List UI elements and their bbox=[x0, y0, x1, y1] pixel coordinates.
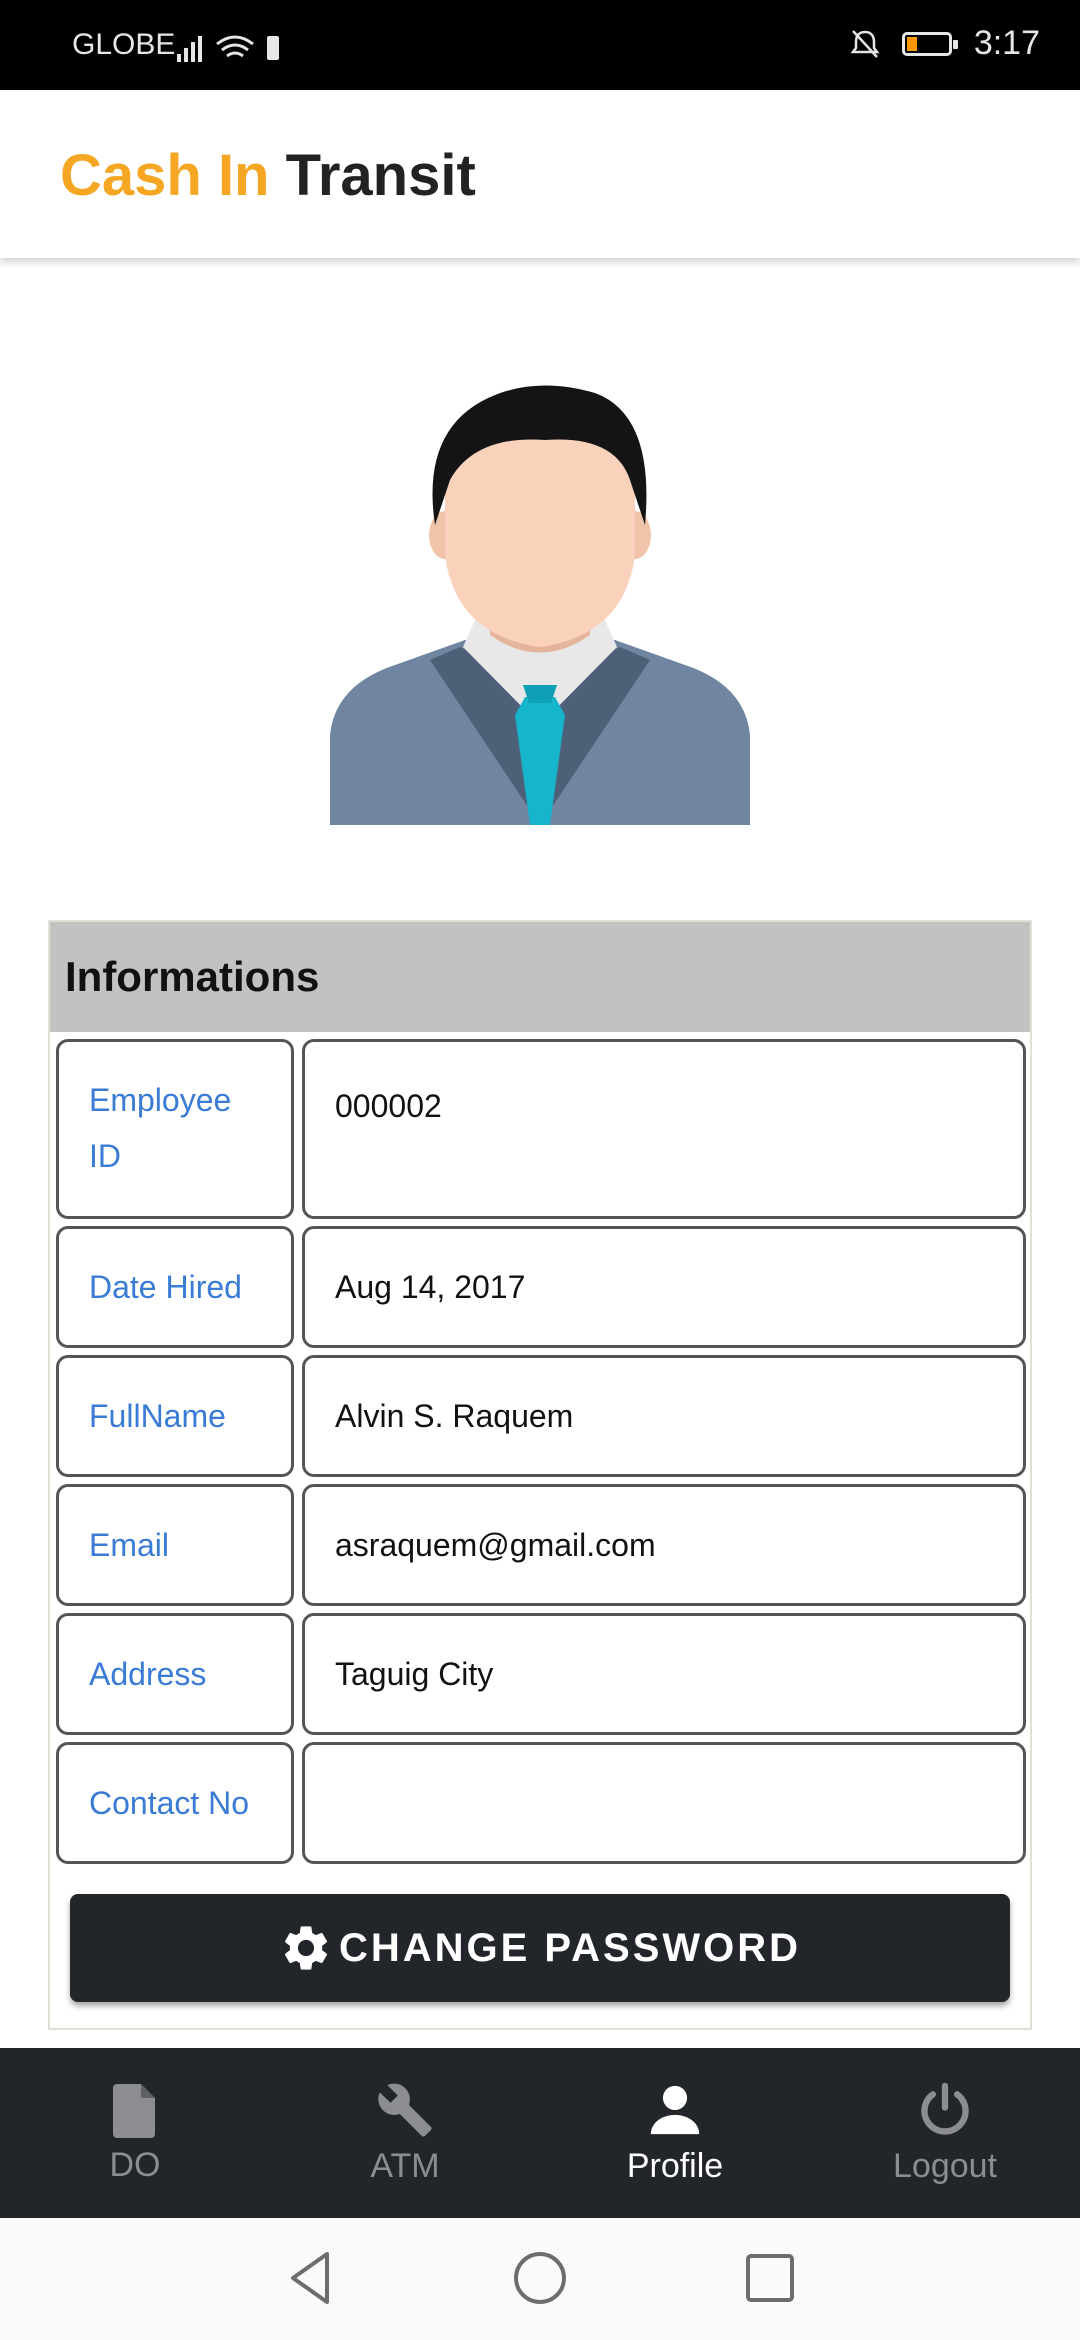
clock: 3:17 bbox=[973, 24, 1040, 62]
nav-label: DO bbox=[109, 2145, 161, 2184]
nav-item-profile[interactable]: Profile bbox=[540, 2048, 810, 2218]
info-card: Informations Employee ID 000002 Date Hir… bbox=[48, 920, 1032, 2030]
row-email: Email asraquem@gmail.com bbox=[56, 1484, 1026, 1606]
home-icon[interactable] bbox=[510, 2248, 570, 2308]
system-nav-bar bbox=[0, 2218, 1080, 2340]
status-bar: GLOBE 3:17 bbox=[0, 0, 1080, 90]
avatar bbox=[330, 385, 750, 825]
bottom-nav: DO ATM Profile Logout bbox=[0, 2048, 1080, 2218]
back-icon[interactable] bbox=[285, 2248, 335, 2308]
power-icon bbox=[921, 2082, 969, 2135]
row-label: Contact No bbox=[56, 1742, 294, 1864]
row-label: FullName bbox=[56, 1355, 294, 1477]
mute-bell-icon bbox=[850, 29, 880, 58]
card-header: Informations bbox=[50, 922, 1030, 1032]
person-icon bbox=[650, 2085, 700, 2134]
battery-icon bbox=[901, 31, 958, 56]
app-title: Cash In Transit bbox=[60, 142, 476, 209]
gear-icon bbox=[284, 1926, 327, 1970]
row-value: Aug 14, 2017 bbox=[302, 1226, 1026, 1348]
change-password-button[interactable]: CHANGE PASSWORD bbox=[70, 1894, 1010, 2002]
row-date-hired: Date Hired Aug 14, 2017 bbox=[56, 1226, 1026, 1348]
nav-label: Logout bbox=[893, 2146, 997, 2185]
change-password-label: CHANGE PASSWORD bbox=[338, 1925, 802, 1970]
carrier-name: GLOBE bbox=[72, 28, 176, 61]
row-label: Address bbox=[56, 1613, 294, 1735]
nav-label: ATM bbox=[370, 2146, 440, 2185]
row-contact-no: Contact No bbox=[56, 1742, 1026, 1864]
row-label: Employee ID bbox=[56, 1039, 294, 1219]
nav-label: Profile bbox=[626, 2146, 724, 2185]
row-label: Email bbox=[56, 1484, 294, 1606]
row-label: Date Hired bbox=[56, 1226, 294, 1348]
file-icon bbox=[113, 2083, 155, 2138]
row-address: Address Taguig City bbox=[56, 1613, 1026, 1735]
nav-item-do[interactable]: DO bbox=[0, 2048, 270, 2218]
app-bar: Cash In Transit bbox=[0, 90, 1080, 258]
wrench-icon bbox=[378, 2083, 432, 2137]
app-title-main: Transit bbox=[285, 143, 476, 208]
row-employee-id: Employee ID 000002 bbox=[56, 1039, 1026, 1219]
nav-item-logout[interactable]: Logout bbox=[810, 2048, 1080, 2218]
app-title-accent: Cash In bbox=[60, 143, 270, 208]
row-value: 000002 bbox=[302, 1039, 1026, 1219]
row-value: asraquem@gmail.com bbox=[302, 1484, 1026, 1606]
row-value: Alvin S. Raquem bbox=[302, 1355, 1026, 1477]
row-value bbox=[302, 1742, 1026, 1864]
signal-icon bbox=[177, 35, 279, 62]
recents-icon[interactable] bbox=[742, 2248, 798, 2308]
row-fullname: FullName Alvin S. Raquem bbox=[56, 1355, 1026, 1477]
nav-item-atm[interactable]: ATM bbox=[270, 2048, 540, 2218]
row-value: Taguig City bbox=[302, 1613, 1026, 1735]
